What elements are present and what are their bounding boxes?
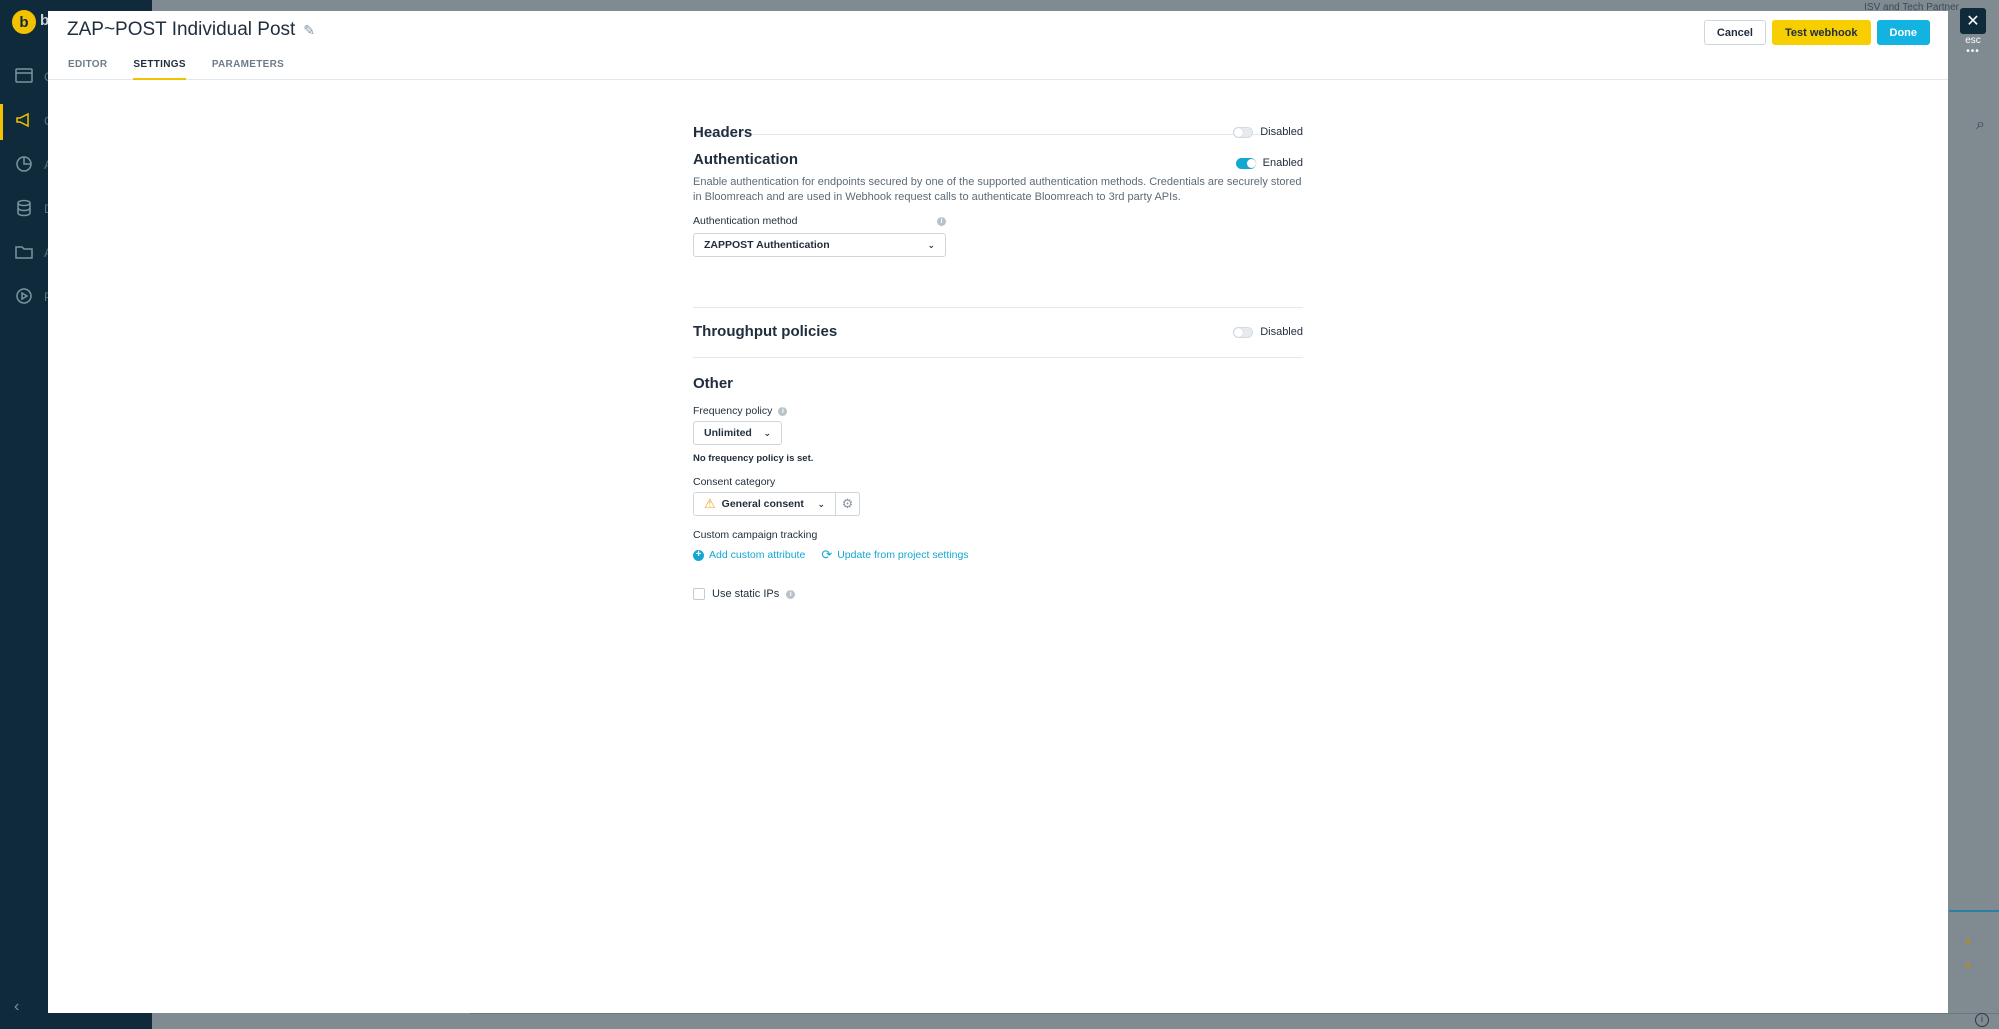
database-icon[interactable]: [12, 196, 36, 220]
background-panel: ● ●: [1949, 910, 1999, 1020]
cancel-button[interactable]: Cancel: [1703, 20, 1766, 45]
frequency-policy-label-text: Frequency policy: [693, 405, 773, 417]
more-icon[interactable]: •••: [1962, 46, 1984, 57]
tab-bar: EDITOR SETTINGS PARAMETERS: [68, 59, 284, 80]
warning-icon: ⚠: [704, 496, 716, 511]
chevron-down-icon: ⌄: [817, 498, 825, 509]
other-title: Other: [693, 375, 734, 392]
page-title: ZAP~POST Individual Post ✎: [67, 19, 315, 41]
headers-section: Headers Disabled: [693, 80, 1303, 141]
dashboard-icon[interactable]: [12, 64, 36, 88]
edit-pencil-icon[interactable]: ✎: [303, 22, 315, 39]
consent-category-label-text: Consent category: [693, 476, 776, 488]
authentication-method-select[interactable]: ZAPPOST Authentication ⌄: [693, 233, 946, 257]
static-ips-label: Use static IPs: [712, 588, 780, 600]
play-circle-icon[interactable]: [12, 284, 36, 308]
modal-header: ZAP~POST Individual Post ✎ EDITOR SETTIN…: [48, 11, 1948, 80]
settings-content: Headers Disabled Authentication Enabled …: [693, 80, 1303, 638]
authentication-method-value: ZAPPOST Authentication: [704, 239, 830, 251]
folder-icon[interactable]: [12, 240, 36, 264]
authentication-description: Enable authentication for endpoints secu…: [693, 176, 1302, 203]
collapse-chevron-icon[interactable]: ‹: [14, 998, 19, 1016]
status-dot-icon: ●: [1965, 936, 1972, 947]
headers-toggle[interactable]: Disabled: [1233, 126, 1303, 138]
authentication-toggle-label: Enabled: [1262, 157, 1303, 169]
frequency-policy-value: Unlimited: [704, 427, 752, 439]
headers-title: Headers: [693, 124, 753, 141]
static-ips-row: Use static IPs i: [693, 588, 796, 600]
header-actions: Cancel Test webhook Done: [1703, 20, 1930, 45]
other-section: Other Frequency policy i Unlimited ⌄ No …: [693, 358, 1303, 638]
info-icon[interactable]: i: [778, 406, 788, 416]
refresh-icon: ⟳: [821, 547, 833, 562]
static-ips-checkbox[interactable]: [693, 588, 705, 600]
app-logo: b: [12, 10, 36, 34]
status-dot-icon: ●: [1965, 960, 1972, 971]
search-icon[interactable]: ⌕: [1976, 116, 1985, 134]
info-icon[interactable]: i: [937, 216, 946, 226]
webhook-modal: ZAP~POST Individual Post ✎ EDITOR SETTIN…: [48, 11, 1948, 1013]
consent-category-select[interactable]: ⚠ General consent ⌄: [693, 492, 836, 516]
close-modal-button[interactable]: ✕: [1960, 8, 1986, 34]
plus-circle-icon: +: [693, 549, 704, 561]
add-custom-attribute-label: Add custom attribute: [709, 549, 806, 561]
consent-settings-button[interactable]: ⚙: [836, 492, 860, 516]
throughput-toggle[interactable]: Disabled: [1233, 326, 1303, 338]
headers-toggle-label: Disabled: [1260, 126, 1303, 138]
authentication-section: Authentication Enabled Enable authentica…: [693, 151, 1303, 308]
megaphone-icon[interactable]: [12, 108, 36, 132]
consent-category-control: ⚠ General consent ⌄ ⚙: [693, 492, 860, 516]
gear-icon: ⚙: [841, 496, 854, 511]
headers-toggle-switch[interactable]: [1233, 126, 1254, 138]
info-icon[interactable]: i: [786, 589, 796, 599]
tab-settings[interactable]: SETTINGS: [133, 59, 186, 80]
pie-chart-icon[interactable]: [12, 152, 36, 176]
consent-category-value: General consent: [721, 498, 804, 510]
frequency-note: No frequency policy is set.: [693, 453, 814, 464]
throughput-section: Throughput policies Disabled: [693, 308, 1303, 358]
throughput-title: Throughput policies: [693, 323, 838, 340]
tab-parameters[interactable]: PARAMETERS: [212, 59, 284, 80]
chevron-down-icon: ⌄: [927, 239, 935, 250]
update-from-project-link[interactable]: ⟳ Update from project settings: [821, 547, 968, 563]
throughput-toggle-switch[interactable]: [1233, 326, 1254, 338]
custom-tracking-label-text: Custom campaign tracking: [693, 529, 818, 541]
frequency-policy-select[interactable]: Unlimited ⌄: [693, 421, 782, 445]
tab-editor[interactable]: EDITOR: [68, 59, 107, 80]
authentication-toggle[interactable]: Enabled: [1235, 157, 1303, 169]
authentication-toggle-switch[interactable]: [1235, 157, 1256, 169]
consent-category-label: Consent category: [693, 476, 775, 488]
frequency-policy-label: Frequency policy i: [693, 405, 788, 417]
webhook-title: ZAP~POST Individual Post: [67, 19, 296, 40]
done-button[interactable]: Done: [1876, 20, 1930, 45]
update-from-project-label: Update from project settings: [837, 549, 969, 561]
authentication-title: Authentication: [693, 151, 798, 168]
custom-tracking-label: Custom campaign tracking: [693, 529, 817, 541]
esc-label: esc: [1965, 35, 1981, 46]
close-icon: ✕: [1966, 13, 1980, 30]
info-icon[interactable]: i: [1975, 1013, 1989, 1027]
background-footer: [470, 1013, 1999, 1029]
add-custom-attribute-link[interactable]: + Add custom attribute: [693, 547, 805, 563]
chevron-down-icon: ⌄: [763, 427, 771, 438]
custom-tracking-actions: + Add custom attribute ⟳ Update from pro…: [693, 547, 969, 563]
authentication-method-label: Authentication method i: [693, 215, 946, 227]
throughput-toggle-label: Disabled: [1260, 326, 1303, 338]
authentication-method-label-text: Authentication method: [693, 215, 798, 227]
sidebar-active-indicator: [0, 104, 3, 140]
test-webhook-button[interactable]: Test webhook: [1771, 20, 1871, 45]
